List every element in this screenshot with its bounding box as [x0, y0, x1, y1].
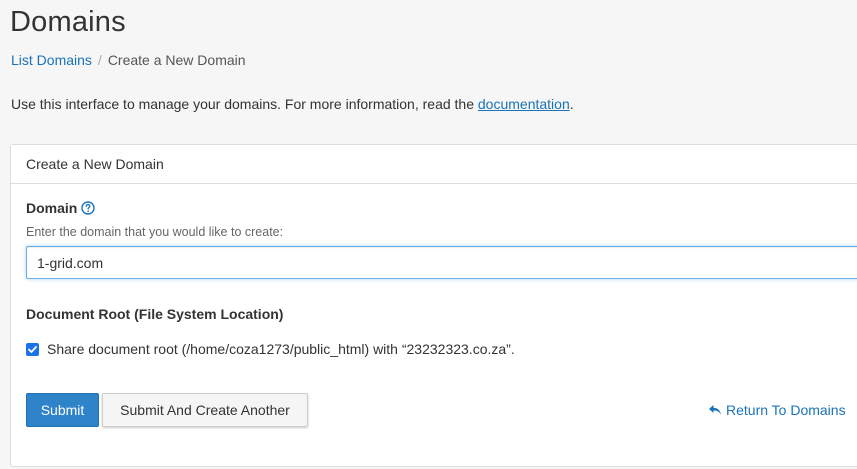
domain-input[interactable] — [26, 246, 857, 279]
domain-help-text: Enter the domain that you would like to … — [26, 225, 284, 239]
intro-text-suffix: . — [569, 96, 574, 112]
panel-heading: Create a New Domain — [11, 145, 857, 184]
breadcrumb-separator: / — [97, 52, 102, 68]
documentation-link[interactable]: documentation — [478, 96, 570, 112]
breadcrumb-list-domains-link[interactable]: List Domains — [11, 52, 92, 68]
share-docroot-label: Share document root (/home/coza1273/publ… — [47, 341, 515, 357]
submit-and-create-another-button[interactable]: Submit And Create Another — [102, 393, 308, 427]
intro-text: Use this interface to manage your domain… — [11, 96, 574, 112]
page-title: Domains — [10, 6, 126, 38]
return-to-domains-link[interactable]: Return To Domains — [708, 402, 846, 418]
intro-text-body: Use this interface to manage your domain… — [11, 96, 478, 112]
share-docroot-checkbox[interactable] — [26, 342, 39, 356]
document-root-label: Document Root (File System Location) — [26, 306, 284, 322]
breadcrumb: List Domains / Create a New Domain — [11, 52, 246, 68]
create-domain-panel: Create a New Domain Domain Enter the dom… — [10, 144, 857, 467]
submit-button[interactable]: Submit — [26, 393, 99, 427]
question-circle-icon[interactable] — [81, 201, 96, 215]
share-docroot-row[interactable]: Share document root (/home/coza1273/publ… — [26, 341, 515, 357]
reply-arrow-icon — [708, 404, 722, 416]
domain-label-text: Domain — [26, 200, 78, 216]
breadcrumb-current: Create a New Domain — [107, 52, 246, 68]
domain-label: Domain — [26, 200, 96, 216]
return-to-domains-label: Return To Domains — [726, 402, 846, 418]
